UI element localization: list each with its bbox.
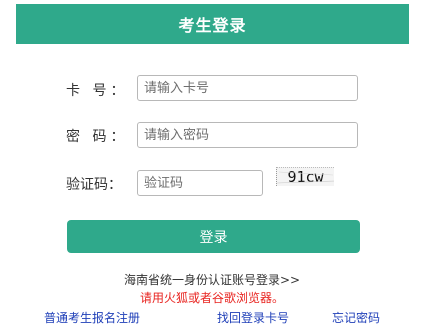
captcha-text: 91cw bbox=[287, 168, 324, 186]
captcha-image[interactable]: 91cw bbox=[276, 167, 334, 186]
page-title: 考生登录 bbox=[178, 16, 247, 35]
browser-tip: 请用火狐或者谷歌浏览器。 bbox=[139, 291, 284, 305]
login-header: 考生登录 bbox=[16, 4, 409, 44]
captcha-input[interactable] bbox=[137, 170, 263, 196]
captcha-label: 验证码： bbox=[66, 177, 122, 193]
find-card-number-link[interactable]: 找回登录卡号 bbox=[217, 309, 289, 326]
card-number-input[interactable] bbox=[137, 75, 358, 101]
forgot-password-link[interactable]: 忘记密码 bbox=[332, 309, 380, 326]
password-label: 密 码： bbox=[66, 129, 129, 145]
password-input[interactable] bbox=[137, 122, 358, 148]
register-link[interactable]: 普通考生报名注册 bbox=[44, 309, 140, 326]
unified-auth-login-link[interactable]: 海南省统一身份认证账号登录>> bbox=[0, 271, 424, 288]
card-number-label: 卡 号： bbox=[66, 83, 129, 99]
login-button[interactable]: 登录 bbox=[67, 220, 360, 253]
